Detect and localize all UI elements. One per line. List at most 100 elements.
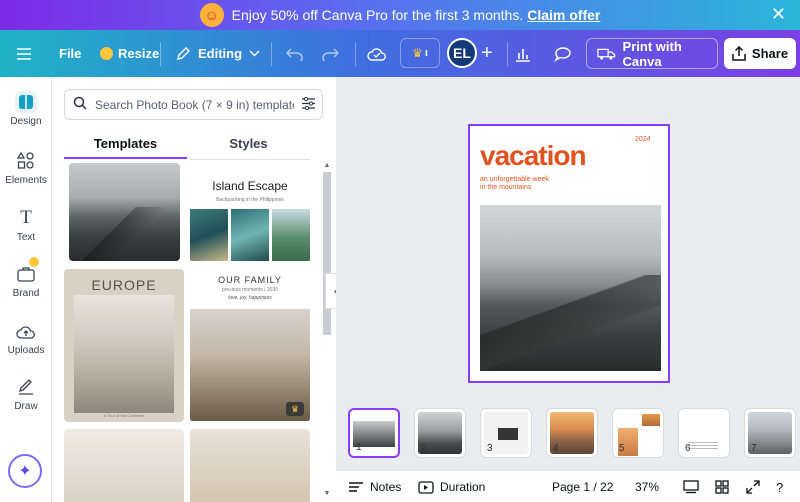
rail-label: Text — [16, 232, 36, 243]
templates-panel: Search Photo Book (7 × 9 in) templates T… — [52, 77, 336, 502]
share-icon — [732, 46, 746, 61]
tab-styles[interactable]: Styles — [187, 132, 310, 159]
rail-label: Draw — [14, 401, 38, 412]
brand-icon — [15, 257, 39, 285]
page-indicator-label: Page 1 / 22 — [552, 480, 614, 494]
template-photo — [74, 295, 174, 413]
rail-item-brand[interactable]: Brand — [0, 257, 52, 299]
tab-templates[interactable]: Templates — [64, 132, 187, 159]
print-with-canva-button[interactable]: Print with Canva — [586, 38, 718, 69]
notes-icon — [349, 482, 363, 492]
design-canvas: vacation 2024 an unforgettable week in t… — [336, 77, 800, 402]
page-thumbnail-1[interactable]: 1 — [348, 408, 400, 458]
notes-button[interactable]: Notes — [348, 471, 401, 502]
menu-icon[interactable] — [16, 30, 32, 77]
template-card-our-family[interactable]: OUR FAMILY precious moments | 2030 love,… — [190, 269, 310, 422]
page-number: 2 — [421, 443, 427, 454]
page-thumbnail-4[interactable]: 4 — [546, 408, 598, 458]
zoom-level[interactable]: 37% — [635, 471, 659, 502]
page-subtitle[interactable]: an unforgettable week in the mountains — [480, 176, 580, 192]
share-button[interactable]: Share — [724, 38, 796, 69]
grid-view-icon[interactable] — [715, 471, 729, 502]
page-thumbnail-7[interactable]: 7 — [744, 408, 796, 458]
claim-offer-link[interactable]: Claim offer — [527, 7, 600, 23]
rail-label: Brand — [12, 288, 40, 299]
cloud-save-icon[interactable] — [367, 30, 387, 77]
help-icon[interactable]: ? — [776, 471, 783, 502]
page-number: 4 — [553, 443, 559, 454]
crown-icon — [100, 47, 113, 60]
rail-item-text[interactable]: T Text — [0, 207, 52, 243]
left-rail: Design Elements T Text Brand Uploads Dra… — [0, 77, 52, 502]
avatar[interactable]: EL — [447, 38, 477, 68]
duration-label: Duration — [440, 480, 486, 494]
comment-icon[interactable] — [554, 30, 572, 77]
draw-pen-icon — [15, 376, 37, 398]
add-collaborator-icon[interactable]: + — [481, 30, 493, 77]
template-subtitle: love, joy, happiness — [228, 295, 272, 301]
crown-icon: ♛ — [286, 402, 304, 416]
editing-mode-button[interactable]: Editing — [176, 30, 260, 77]
template-title: Island Escape — [212, 179, 288, 193]
filter-icon[interactable] — [294, 96, 322, 113]
template-search-input[interactable]: Search Photo Book (7 × 9 in) templates — [64, 89, 323, 120]
page-indicator[interactable]: Page 1 / 22 — [552, 471, 613, 502]
page-number: 3 — [487, 443, 493, 454]
chevron-down-icon — [249, 50, 260, 57]
design-icon — [15, 91, 37, 113]
fullscreen-icon[interactable] — [746, 471, 760, 502]
resize-button[interactable]: Resize — [100, 30, 159, 77]
page-number: 7 — [751, 443, 757, 454]
scroll-up-icon[interactable]: ▲ — [322, 162, 332, 172]
rail-item-elements[interactable]: Elements — [0, 150, 52, 186]
close-icon[interactable]: ✕ — [771, 4, 786, 25]
rail-item-design[interactable]: Design — [0, 91, 52, 127]
bottom-bar: Notes Duration Page 1 / 22 37% ? — [336, 470, 800, 502]
text-icon: T — [20, 207, 32, 228]
upgrade-button[interactable]: ♛ ι — [400, 38, 440, 68]
panel-tabs: Templates Styles — [64, 132, 310, 159]
search-placeholder: Search Photo Book (7 × 9 in) templates — [95, 97, 294, 112]
template-photo — [272, 209, 310, 261]
scroll-down-icon[interactable]: ▼ — [322, 490, 332, 500]
template-card-europe[interactable]: EUROPE A Tour of the Continent — [64, 269, 184, 422]
page-thumbnail-2[interactable]: 2 — [414, 408, 466, 458]
undo-icon[interactable] — [286, 30, 303, 77]
rail-item-uploads[interactable]: Uploads — [0, 320, 52, 356]
template-title: OUR FAMILY — [218, 275, 282, 285]
template-grid: Island Escape Backpacking in the Philipp… — [64, 163, 310, 502]
shapes-icon — [15, 150, 37, 172]
subtitle-line: an unforgettable week — [480, 176, 549, 183]
upload-cloud-icon — [15, 320, 37, 342]
template-card-family-2[interactable] — [64, 429, 184, 502]
magic-sparkle-icon[interactable]: ✦ — [8, 454, 42, 488]
template-title: EUROPE — [91, 277, 157, 293]
scroll-thumb[interactable] — [323, 172, 331, 335]
rail-label: Design — [10, 116, 42, 127]
page-thumbnail-5[interactable]: 5 — [612, 408, 664, 458]
template-card-mountain[interactable] — [69, 163, 180, 261]
divider — [190, 159, 310, 160]
template-card-beach[interactable] — [190, 429, 310, 502]
design-page[interactable]: vacation 2024 an unforgettable week in t… — [468, 124, 670, 383]
template-card-island-escape[interactable]: Island Escape Backpacking in the Philipp… — [190, 163, 310, 263]
duration-button[interactable]: Duration — [418, 471, 485, 502]
resize-label: Resize — [118, 46, 160, 61]
subtitle-line: in the mountains — [480, 184, 532, 191]
analytics-icon[interactable] — [514, 30, 532, 77]
page-photo[interactable] — [480, 205, 661, 371]
page-number: 1 — [356, 442, 362, 453]
panel-scrollbar[interactable]: ▲ ▼ — [322, 162, 332, 500]
promo-banner: ☺ Enjoy 50% off Canva Pro for the first … — [0, 0, 800, 30]
rail-item-draw[interactable]: Draw — [0, 376, 52, 412]
crown-icon: ♛ — [412, 46, 423, 60]
divider — [271, 42, 272, 66]
redo-icon[interactable] — [322, 30, 339, 77]
page-heading[interactable]: vacation — [480, 140, 587, 172]
page-thumbnail-6[interactable]: 6 — [678, 408, 730, 458]
hugging-face-icon: ☺ — [199, 3, 224, 27]
page-thumbnail-3[interactable]: 3 — [480, 408, 532, 458]
page-year[interactable]: 2024 — [635, 136, 651, 143]
file-menu-button[interactable]: File — [59, 30, 81, 77]
page-view-icon[interactable] — [683, 471, 699, 502]
